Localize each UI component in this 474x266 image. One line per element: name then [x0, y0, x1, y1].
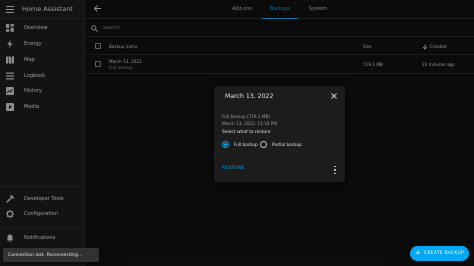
more-vertical-icon[interactable]: [333, 166, 337, 174]
radio-full-backup-label[interactable]: Full backup: [234, 142, 258, 147]
radio-partial-backup-label[interactable]: Partial backup: [272, 142, 302, 147]
backup-info-date: March 13, 2022, 11:19 PM: [222, 121, 277, 126]
fab-label: CREATE BACKUP: [424, 251, 465, 256]
restore-button[interactable]: RESTORE: [222, 166, 245, 171]
dialog-title: March 13, 2022: [225, 93, 274, 100]
plus-icon: +: [414, 249, 422, 257]
create-backup-button[interactable]: + CREATE BACKUP: [410, 246, 469, 261]
radio-full-backup[interactable]: [222, 141, 229, 148]
toast-message: Connection lost. Reconnecting…: [8, 252, 83, 258]
radio-partial-backup[interactable]: [260, 141, 267, 148]
app-root: Home Assistant Overview Energy Map Logbo…: [0, 0, 474, 266]
connection-toast: Connection lost. Reconnecting…: [3, 248, 99, 262]
close-icon[interactable]: [330, 92, 338, 100]
backup-info-type-size: Full backup (719.1 MB): [222, 114, 271, 119]
backup-dialog: March 13, 2022 Full backup (719.1 MB) Ma…: [214, 86, 345, 182]
restore-prompt: Select what to restore: [222, 130, 271, 135]
